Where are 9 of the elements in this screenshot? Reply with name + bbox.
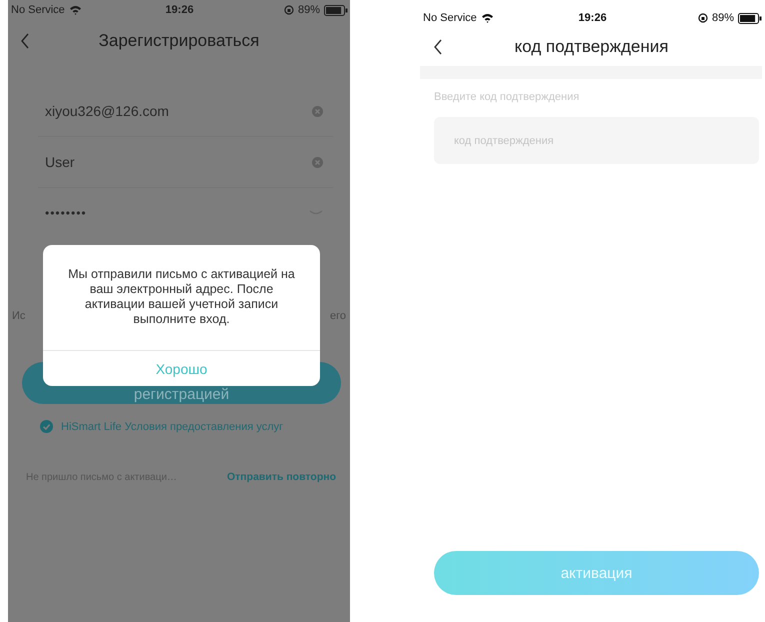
status-time: 19:26	[165, 4, 194, 16]
carrier-name: No Service	[11, 4, 65, 16]
status-time: 19:26	[578, 12, 607, 24]
screen-title: Зарегистрироваться	[98, 31, 260, 51]
dialog-message: Мы отправили письмо с активацией на ваш электронный адрес. После активации вашей учетной записи выполните вход.	[43, 245, 320, 351]
battery-percent: 89%	[712, 12, 734, 24]
screen-title: код подтверждения	[514, 37, 670, 57]
battery-percent: 89%	[298, 4, 320, 16]
carrier-name: No Service	[423, 12, 477, 24]
